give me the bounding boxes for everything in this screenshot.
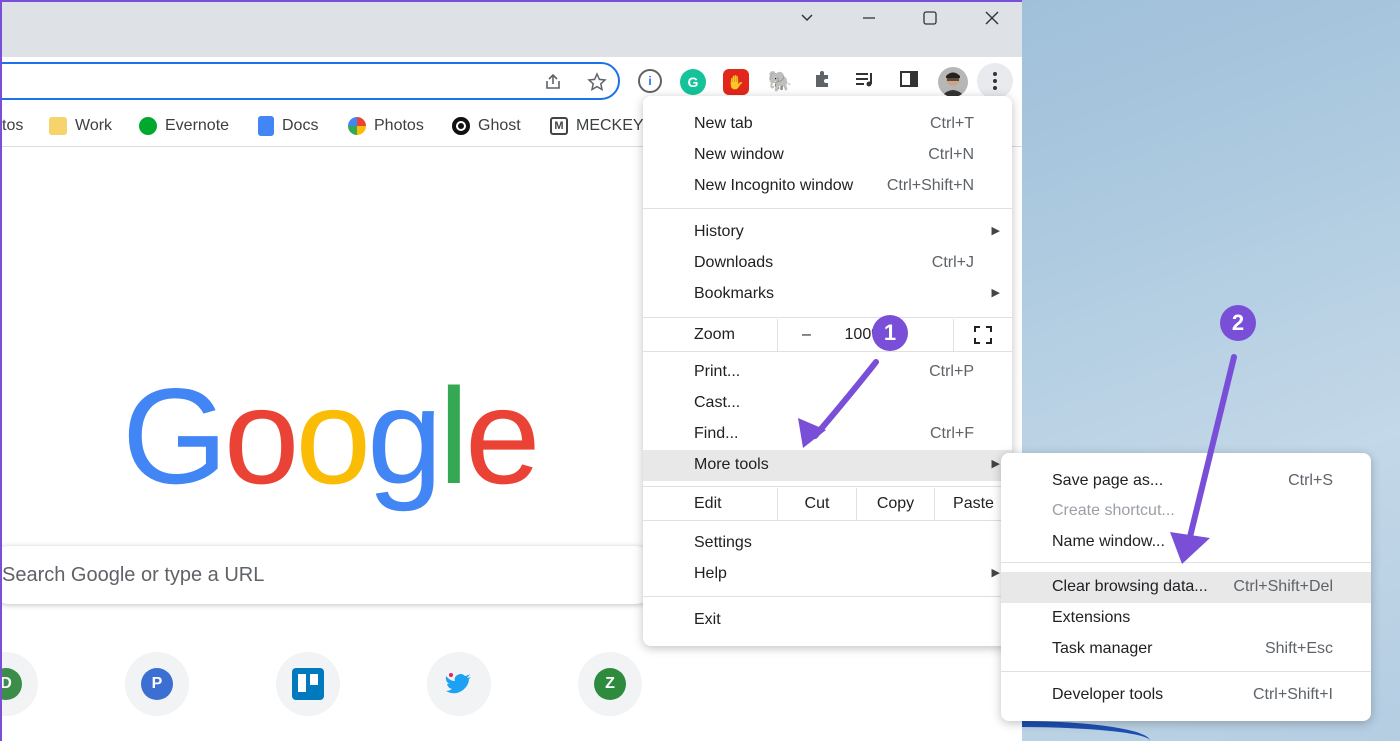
bookmark-work[interactable]: Work — [49, 114, 112, 138]
menu-separator — [643, 208, 1012, 209]
menu-item-edit: Edit Cut Copy Paste — [643, 488, 1012, 520]
submenu-item-clear-browsing-data[interactable]: Clear browsing data... Ctrl+Shift+Del — [1001, 572, 1371, 603]
submenu-arrow-icon: ▶ — [991, 225, 1000, 237]
step-badge-1: 1 — [872, 315, 908, 351]
adblock-icon[interactable]: ✋ — [723, 69, 749, 95]
submenu-separator — [1001, 562, 1371, 563]
shortcut-d-icon: D — [2, 668, 22, 700]
bookmark-docs[interactable]: Docs — [258, 114, 318, 138]
media-controls-icon[interactable] — [852, 69, 878, 95]
close-icon[interactable] — [972, 10, 1012, 30]
menu-item-more-tools[interactable]: More tools ▶ — [643, 450, 1012, 481]
evernote-extension-icon[interactable]: 🐘 — [767, 69, 793, 95]
google-logo-letter: o — [223, 360, 300, 512]
menu-item-help[interactable]: Help ▶ — [643, 559, 1012, 590]
profile-avatar[interactable] — [938, 67, 968, 97]
menu-item-settings[interactable]: Settings — [643, 528, 1012, 559]
shortcut-tile-d[interactable]: D — [2, 652, 38, 716]
menu-item-print[interactable]: Print... Ctrl+P — [643, 357, 1012, 388]
share-icon[interactable] — [542, 72, 564, 94]
search-box[interactable]: Search Google or type a URL — [2, 546, 662, 604]
menu-item-zoom: Zoom – 100% + — [643, 319, 1012, 351]
step-badge-2: 2 — [1220, 305, 1256, 341]
docs-icon — [258, 116, 274, 136]
submenu-item-task-manager[interactable]: Task manager Shift+Esc — [1001, 634, 1371, 665]
fullscreen-icon[interactable] — [953, 319, 1012, 351]
menu-item-exit[interactable]: Exit — [643, 605, 1012, 636]
menu-item-new-incognito[interactable]: New Incognito window Ctrl+Shift+N — [643, 171, 1012, 202]
trello-icon — [292, 668, 324, 700]
menu-kebab-icon[interactable] — [977, 63, 1013, 99]
menu-item-history[interactable]: History ▶ — [643, 217, 1012, 248]
shortcut-tile-z[interactable]: Z — [578, 652, 642, 716]
side-panel-icon[interactable] — [896, 69, 922, 95]
tab-search-icon[interactable] — [787, 10, 827, 30]
submenu-arrow-icon: ▶ — [991, 567, 1000, 579]
bookmark-meckeys[interactable]: M MECKEYS — [550, 114, 654, 138]
star-icon[interactable] — [586, 72, 608, 94]
onepassword-extension-icon[interactable]: i — [638, 69, 662, 93]
twitter-icon — [443, 668, 475, 700]
menu-separator — [643, 486, 1012, 487]
zoom-out-button[interactable]: – — [777, 319, 835, 351]
submenu-arrow-icon: ▶ — [991, 458, 1000, 470]
menu-separator — [643, 520, 1012, 521]
shortcut-tile-p[interactable]: P — [125, 652, 189, 716]
menu-separator — [643, 351, 1012, 352]
menu-item-downloads[interactable]: Downloads Ctrl+J — [643, 248, 1012, 279]
bookmark-evernote[interactable]: Evernote — [139, 114, 229, 138]
menu-item-cast[interactable]: Cast... — [643, 388, 1012, 419]
submenu-item-save-page[interactable]: Save page as... Ctrl+S — [1001, 466, 1371, 497]
submenu-item-create-shortcut: Create shortcut... — [1052, 502, 1175, 519]
bookmark-ghost[interactable]: Ghost — [452, 114, 521, 138]
google-logo-letter: e — [464, 360, 541, 512]
shortcut-z-icon: Z — [594, 668, 626, 700]
ghost-icon — [452, 117, 470, 135]
search-placeholder: Search Google or type a URL — [2, 564, 265, 586]
minimize-icon[interactable] — [849, 10, 889, 30]
menu-separator — [643, 317, 1012, 318]
google-logo-letter: G — [122, 360, 228, 512]
more-tools-submenu: Save page as... Ctrl+S Create shortcut..… — [1001, 453, 1371, 721]
bookmark-photos[interactable]: Photos — [348, 114, 424, 138]
google-photos-icon — [348, 117, 366, 135]
google-logo: Google — [122, 368, 541, 504]
maximize-icon[interactable] — [910, 10, 950, 30]
evernote-icon — [139, 117, 157, 135]
copy-button[interactable]: Copy — [856, 488, 934, 520]
bookmark-photos-partial[interactable]: tos — [2, 114, 23, 138]
shortcut-tile-trello[interactable] — [276, 652, 340, 716]
shortcut-p-icon: P — [141, 668, 173, 700]
address-bar[interactable] — [2, 62, 620, 100]
submenu-item-extensions[interactable]: Extensions — [1001, 603, 1371, 634]
shortcut-tile-twitter[interactable] — [427, 652, 491, 716]
meckeys-icon: M — [550, 117, 568, 135]
folder-icon — [49, 117, 67, 135]
menu-item-find[interactable]: Find... Ctrl+F — [643, 419, 1012, 450]
google-logo-letter: g — [367, 360, 443, 512]
menu-item-new-window[interactable]: New window Ctrl+N — [643, 140, 1012, 171]
submenu-separator — [1001, 671, 1371, 672]
menu-separator — [643, 596, 1012, 597]
chrome-main-menu: New tab Ctrl+T New window Ctrl+N New Inc… — [643, 96, 1012, 646]
google-logo-letter: l — [438, 360, 469, 512]
cut-button[interactable]: Cut — [777, 488, 856, 520]
extensions-puzzle-icon[interactable] — [809, 69, 835, 95]
menu-item-bookmarks[interactable]: Bookmarks ▶ — [643, 279, 1012, 310]
title-bar — [2, 2, 1022, 57]
menu-item-new-tab[interactable]: New tab Ctrl+T — [643, 109, 1012, 140]
submenu-item-name-window[interactable]: Name window... — [1001, 527, 1371, 558]
google-logo-letter: o — [295, 360, 371, 512]
submenu-arrow-icon: ▶ — [991, 287, 1000, 299]
grammarly-icon[interactable]: G — [680, 69, 706, 95]
submenu-item-developer-tools[interactable]: Developer tools Ctrl+Shift+I — [1001, 680, 1371, 711]
